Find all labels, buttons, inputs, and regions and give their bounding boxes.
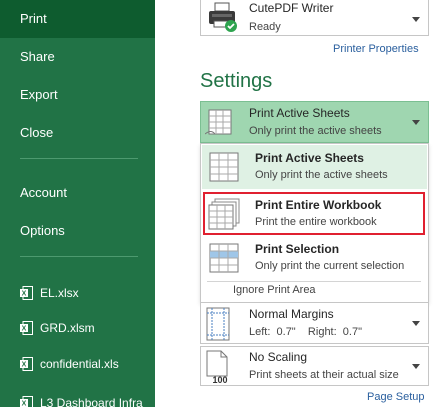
settings-heading: Settings <box>200 70 273 92</box>
printer-properties-link[interactable]: Printer Properties <box>333 43 419 55</box>
sidebar-item-export[interactable]: Export <box>0 76 155 114</box>
backstage-sidebar: Print Share Export Close Account Options… <box>0 0 155 410</box>
sidebar-item-label: Close <box>20 125 54 140</box>
print-what-subtitle: Only print the active sheets <box>249 125 382 137</box>
printer-icon <box>206 1 240 40</box>
sidebar-item-label: Export <box>20 87 58 102</box>
sidebar-item-close[interactable]: Close <box>0 114 155 152</box>
sidebar-item-label: Account <box>20 185 67 200</box>
sheets-icon <box>204 107 237 142</box>
recent-file-label: GRD.xlsm <box>40 321 95 335</box>
print-what-title: Print Active Sheets <box>249 106 350 120</box>
scaling-subtitle: Print sheets at their actual size <box>249 369 399 381</box>
ignore-print-area-option[interactable]: Ignore Print Area <box>233 284 316 296</box>
excel-file-icon: X <box>20 357 33 371</box>
page-setup-link[interactable]: Page Setup <box>367 391 425 403</box>
margins-dropdown[interactable]: Normal Margins Left: 0.7" Right: 0.7" <box>200 302 429 344</box>
sidebar-item-options[interactable]: Options <box>0 212 155 250</box>
scaling-icon-label: 100 <box>212 375 227 384</box>
svg-text:X: X <box>22 401 27 408</box>
svg-text:X: X <box>22 291 27 298</box>
menu-item-print-active-sheets[interactable]: Print Active Sheets Only print the activ… <box>202 145 427 189</box>
sidebar-divider <box>20 158 138 159</box>
svg-text:X: X <box>22 362 27 369</box>
option-title: Print Selection <box>255 242 340 256</box>
option-subtitle: Only print the active sheets <box>255 169 388 181</box>
recent-file-label: L3 Dashboard Infra <box>40 396 143 410</box>
excel-file-icon: X <box>20 396 33 410</box>
printer-dropdown[interactable]: CutePDF Writer Ready <box>200 0 429 36</box>
menu-divider <box>207 281 421 282</box>
highlight-outline <box>203 192 425 235</box>
option-title: Print Active Sheets <box>255 151 364 165</box>
margins-subtitle: Left: 0.7" Right: 0.7" <box>249 326 362 338</box>
margins-icon <box>205 307 231 346</box>
option-subtitle: Only print the current selection <box>255 260 405 272</box>
margins-title: Normal Margins <box>249 307 334 321</box>
svg-text:X: X <box>22 326 27 333</box>
recent-file-label: EL.xlsx <box>40 286 79 300</box>
recent-file-item[interactable]: X GRD.xlsm <box>20 318 95 338</box>
excel-file-icon: X <box>20 286 33 300</box>
selection-icon <box>208 242 242 279</box>
recent-file-label: confidential.xls <box>40 357 119 371</box>
sidebar-divider <box>20 256 138 257</box>
scaling-dropdown[interactable]: 100 No Scaling Print sheets at their act… <box>200 346 429 386</box>
recent-file-item[interactable]: X L3 Dashboard Infra <box>20 393 143 413</box>
recent-file-item[interactable]: X confidential.xls <box>20 354 119 374</box>
chevron-down-icon <box>412 17 420 22</box>
sidebar-item-label: Share <box>20 49 55 64</box>
recent-file-item[interactable]: X EL.xlsx <box>20 283 79 303</box>
printer-name: CutePDF Writer <box>249 1 334 15</box>
sidebar-item-label: Print <box>20 11 47 26</box>
menu-item-print-selection[interactable]: Print Selection Only print the current s… <box>202 236 427 280</box>
excel-file-icon: X <box>20 321 33 335</box>
sidebar-item-share[interactable]: Share <box>0 38 155 76</box>
chevron-down-icon <box>412 120 420 125</box>
printer-status: Ready <box>249 21 281 33</box>
sidebar-item-label: Options <box>20 223 65 238</box>
chevron-down-icon <box>412 321 420 326</box>
sidebar-item-print[interactable]: Print <box>0 0 155 38</box>
scaling-icon: 100 <box>205 350 235 389</box>
active-sheets-icon <box>208 151 242 188</box>
print-what-dropdown[interactable]: Print Active Sheets Only print the activ… <box>200 101 429 143</box>
chevron-down-icon <box>412 364 420 369</box>
scaling-title: No Scaling <box>249 350 308 364</box>
sidebar-item-account[interactable]: Account <box>0 174 155 212</box>
